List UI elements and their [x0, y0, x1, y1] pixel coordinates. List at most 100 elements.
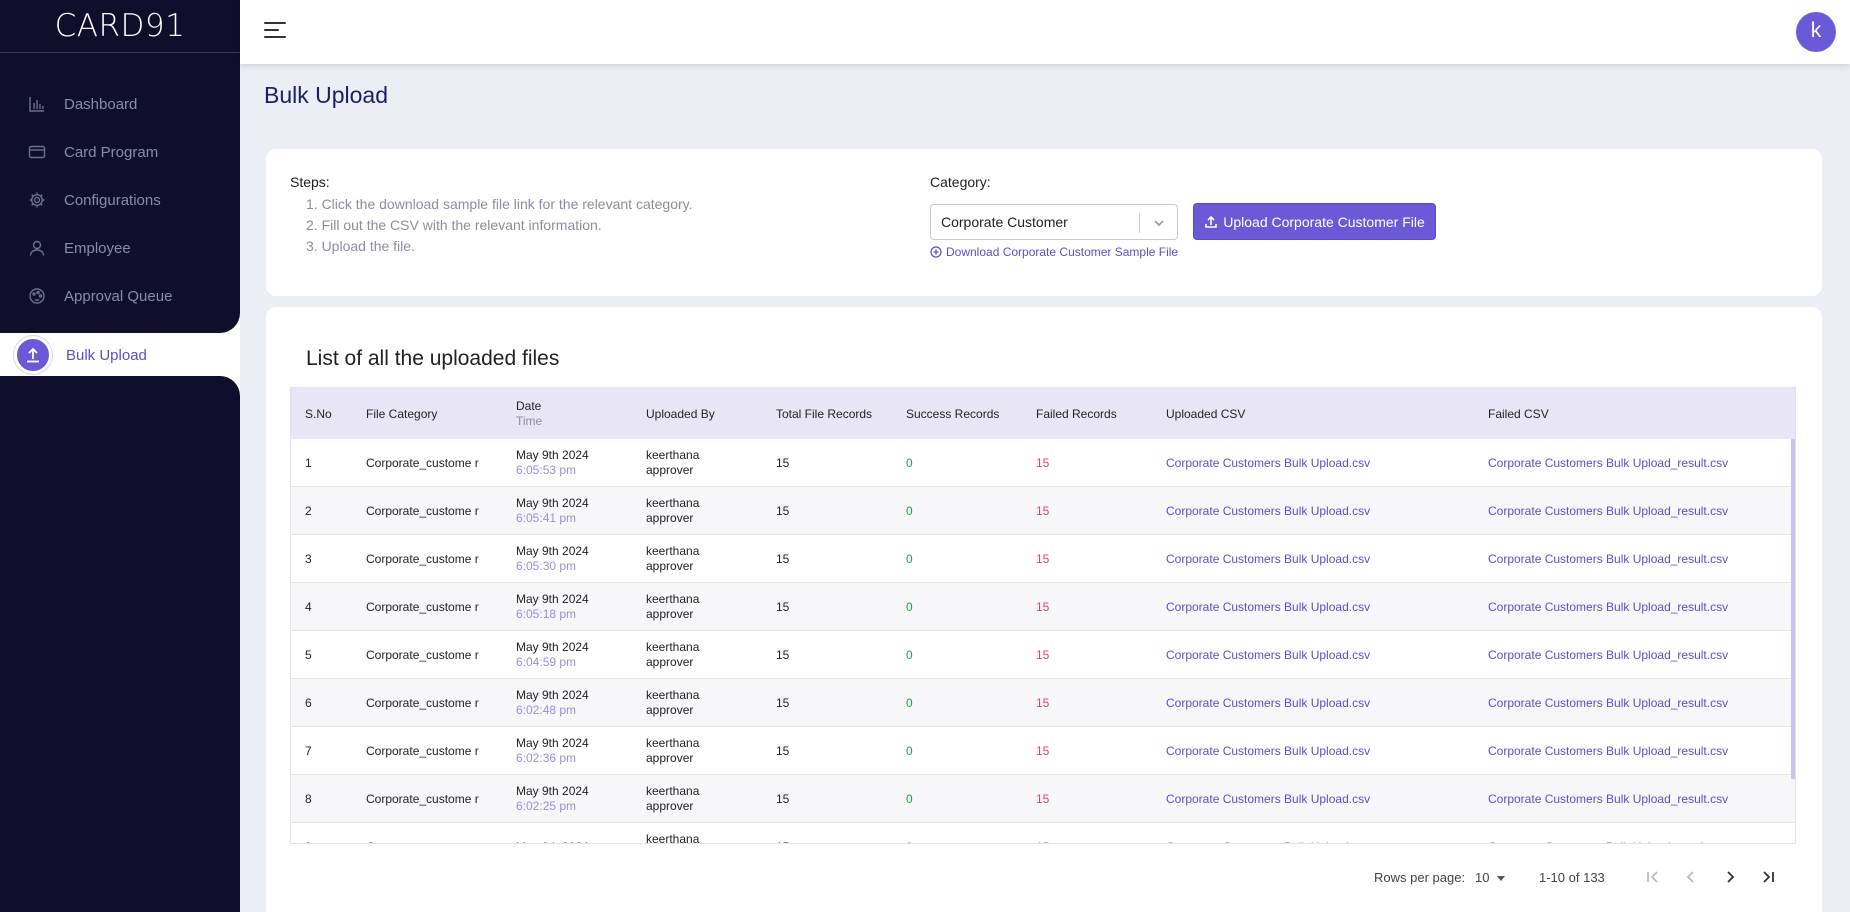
avatar[interactable]: k	[1796, 12, 1836, 52]
uploaded-csv-link[interactable]: Corporate Customers Bulk Upload.csv	[1166, 823, 1370, 844]
cell-total-records: 15	[776, 695, 790, 710]
failed-csv-link[interactable]: Corporate Customers Bulk Upload_result.c…	[1488, 487, 1728, 535]
cell-failed-records: 15	[1036, 503, 1050, 518]
uploaded-files-card: List of all the uploaded files S.No File…	[266, 307, 1822, 912]
column-header-date: Date Time	[516, 388, 542, 439]
cell-file-category: Corporate_custome r	[366, 551, 479, 566]
column-header-file-category: File Category	[366, 406, 438, 421]
table-row: 6 Corporate_custome r May 9th 2024 6:02:48 …	[291, 679, 1795, 727]
cell-date: May 9th 2024	[516, 448, 589, 462]
sidebar-item-label: Approval Queue	[64, 287, 173, 305]
table-scrollbar[interactable]	[1791, 439, 1795, 779]
cell-file-category: Corporate_custome r	[366, 455, 479, 470]
uploaded-csv-link[interactable]: Corporate Customers Bulk Upload.csv	[1166, 583, 1370, 631]
table-row: 7 Corporate_custome r May 9th 2024 6:02:36 …	[291, 727, 1795, 775]
previous-page-button[interactable]	[1679, 865, 1703, 889]
table-row: 4 Corporate_custome r May 9th 2024 6:05:18 …	[291, 583, 1795, 631]
cell-sno: 8	[305, 791, 312, 806]
uploaded-csv-link[interactable]: Corporate Customers Bulk Upload.csv	[1166, 679, 1370, 727]
uploaded-csv-link[interactable]: Corporate Customers Bulk Upload.csv	[1166, 487, 1370, 535]
step-item: 1. Click the download sample file link f…	[306, 196, 693, 212]
cell-file-category: Corporate_custome r	[366, 647, 479, 662]
step-item: 2. Fill out the CSV with the relevant in…	[306, 217, 602, 233]
cell-file-category: Corporate_custome r	[366, 599, 479, 614]
cell-time: 6:02:48 pm	[516, 703, 577, 717]
bar-chart-icon	[28, 95, 46, 113]
cell-sno: 4	[305, 599, 312, 614]
failed-csv-link[interactable]: Corporate Customers Bulk Upload_result.c…	[1488, 775, 1728, 823]
next-page-button[interactable]	[1718, 865, 1742, 889]
cell-file-category: Corporate_custome r	[366, 743, 479, 758]
cell-failed-records: 15	[1036, 695, 1050, 710]
column-header-uploaded-by: Uploaded By	[646, 406, 715, 421]
cell-time: 6:05:30 pm	[516, 559, 577, 573]
cell-success-records: 0	[906, 743, 913, 758]
last-page-button[interactable]	[1756, 865, 1780, 889]
sidebar-item-bulk-upload[interactable]: Bulk Upload	[14, 335, 254, 375]
cell-failed-records: 15	[1036, 599, 1050, 614]
rows-per-page-label: Rows per page:	[1374, 870, 1466, 885]
sidebar-item-employee[interactable]: Employee	[0, 228, 240, 268]
table-row: 1 Corporate_custome r May 9th 2024 6:05:53 …	[291, 439, 1795, 487]
column-header-total: Total File Records	[776, 406, 873, 421]
rows-per-page-select[interactable]: 10	[1475, 870, 1506, 885]
chevron-down-icon[interactable]	[1149, 214, 1169, 232]
failed-csv-link[interactable]: Corporate Customers Bulk Upload_result.c…	[1488, 727, 1728, 775]
cell-date: May 9th 2024	[516, 544, 589, 558]
table-row: 8 Corporate_custome r May 9th 2024 6:02:25 …	[291, 775, 1795, 823]
page-title: Bulk Upload	[264, 82, 389, 108]
cell-success-records: 0	[906, 791, 913, 806]
sidebar-item-dashboard[interactable]: Dashboard	[0, 84, 240, 124]
cell-sno: 9	[305, 823, 312, 844]
app-logo: CARD91	[0, 0, 240, 53]
download-sample-label: Download Corporate Customer Sample File	[946, 245, 1179, 259]
top-bar: k	[240, 0, 1850, 64]
cell-date-time: May 9th 2024 6:05:18 pm	[516, 583, 589, 631]
uploaded-csv-link[interactable]: Corporate Customers Bulk Upload.csv	[1166, 727, 1370, 775]
cell-date-time: May 9th 2024 6:05:53 pm	[516, 439, 589, 487]
credit-card-icon	[28, 143, 46, 161]
cell-file-category: Corporate_custome r	[366, 791, 479, 806]
cell-time: 6:04:59 pm	[516, 655, 577, 669]
cell-sno: 2	[305, 503, 312, 518]
uploaded-csv-link[interactable]: Corporate Customers Bulk Upload.csv	[1166, 775, 1370, 823]
sidebar-item-card-program[interactable]: Card Program	[0, 132, 240, 172]
upload-file-button[interactable]: Upload Corporate Customer File	[1193, 203, 1436, 240]
cell-date: May 9th 2024	[516, 784, 589, 798]
failed-csv-link[interactable]: Corporate Customers Bulk Upload_result.c…	[1488, 823, 1728, 844]
category-select-value: Corporate Customer	[941, 214, 1068, 230]
cell-date-time: May 9th 2024 6:05:30 pm	[516, 535, 589, 583]
sidebar-item-approval-queue[interactable]: Approval Queue	[0, 276, 240, 316]
uploaded-csv-link[interactable]: Corporate Customers Bulk Upload.csv	[1166, 631, 1370, 679]
sidebar-item-configurations[interactable]: Configurations	[0, 180, 240, 220]
uploaded-csv-link[interactable]: Corporate Customers Bulk Upload.csv	[1166, 535, 1370, 583]
first-page-button[interactable]	[1641, 865, 1665, 889]
upload-icon	[14, 336, 52, 374]
cell-date-time: May 9th 2024 6:02:25 pm	[516, 775, 589, 823]
category-select[interactable]: Corporate Customer	[930, 204, 1178, 240]
step-item: 3. Upload the file.	[306, 238, 415, 254]
failed-csv-link[interactable]: Corporate Customers Bulk Upload_result.c…	[1488, 439, 1728, 487]
failed-csv-link[interactable]: Corporate Customers Bulk Upload_result.c…	[1488, 679, 1728, 727]
column-header-failed-csv: Failed CSV	[1488, 406, 1549, 421]
menu-icon[interactable]	[264, 22, 286, 40]
caret-down-icon	[1497, 875, 1506, 881]
failed-csv-link[interactable]: Corporate Customers Bulk Upload_result.c…	[1488, 631, 1728, 679]
download-sample-link[interactable]: Download Corporate Customer Sample File	[930, 245, 1178, 259]
sidebar-item-label: Card Program	[64, 143, 159, 161]
uploaded-csv-link[interactable]: Corporate Customers Bulk Upload.csv	[1166, 439, 1370, 487]
cell-date-time: May 9th 2024 6:02:48 pm	[516, 679, 589, 727]
cell-failed-records: 15	[1036, 791, 1050, 806]
cell-total-records: 15	[776, 647, 790, 662]
failed-csv-link[interactable]: Corporate Customers Bulk Upload_result.c…	[1488, 535, 1728, 583]
cell-file-category: Corporate_custome r	[366, 695, 479, 710]
uploaded-files-table[interactable]: S.No File Category Date Time Uploaded By…	[290, 387, 1796, 844]
cell-date: May 9th 2024	[516, 840, 589, 844]
failed-csv-link[interactable]: Corporate Customers Bulk Upload_result.c…	[1488, 583, 1728, 631]
cell-file-category: Corporate_custome r	[366, 823, 486, 844]
cell-uploaded-by: keerthana approver	[646, 640, 700, 669]
table-row: 5 Corporate_custome r May 9th 2024 6:04:59 …	[291, 631, 1795, 679]
sidebar-top-panel: CARD91 Dashboard Card Program Configurat…	[0, 0, 240, 333]
cell-sno: 5	[305, 647, 312, 662]
cell-time: 6:05:18 pm	[516, 607, 577, 621]
